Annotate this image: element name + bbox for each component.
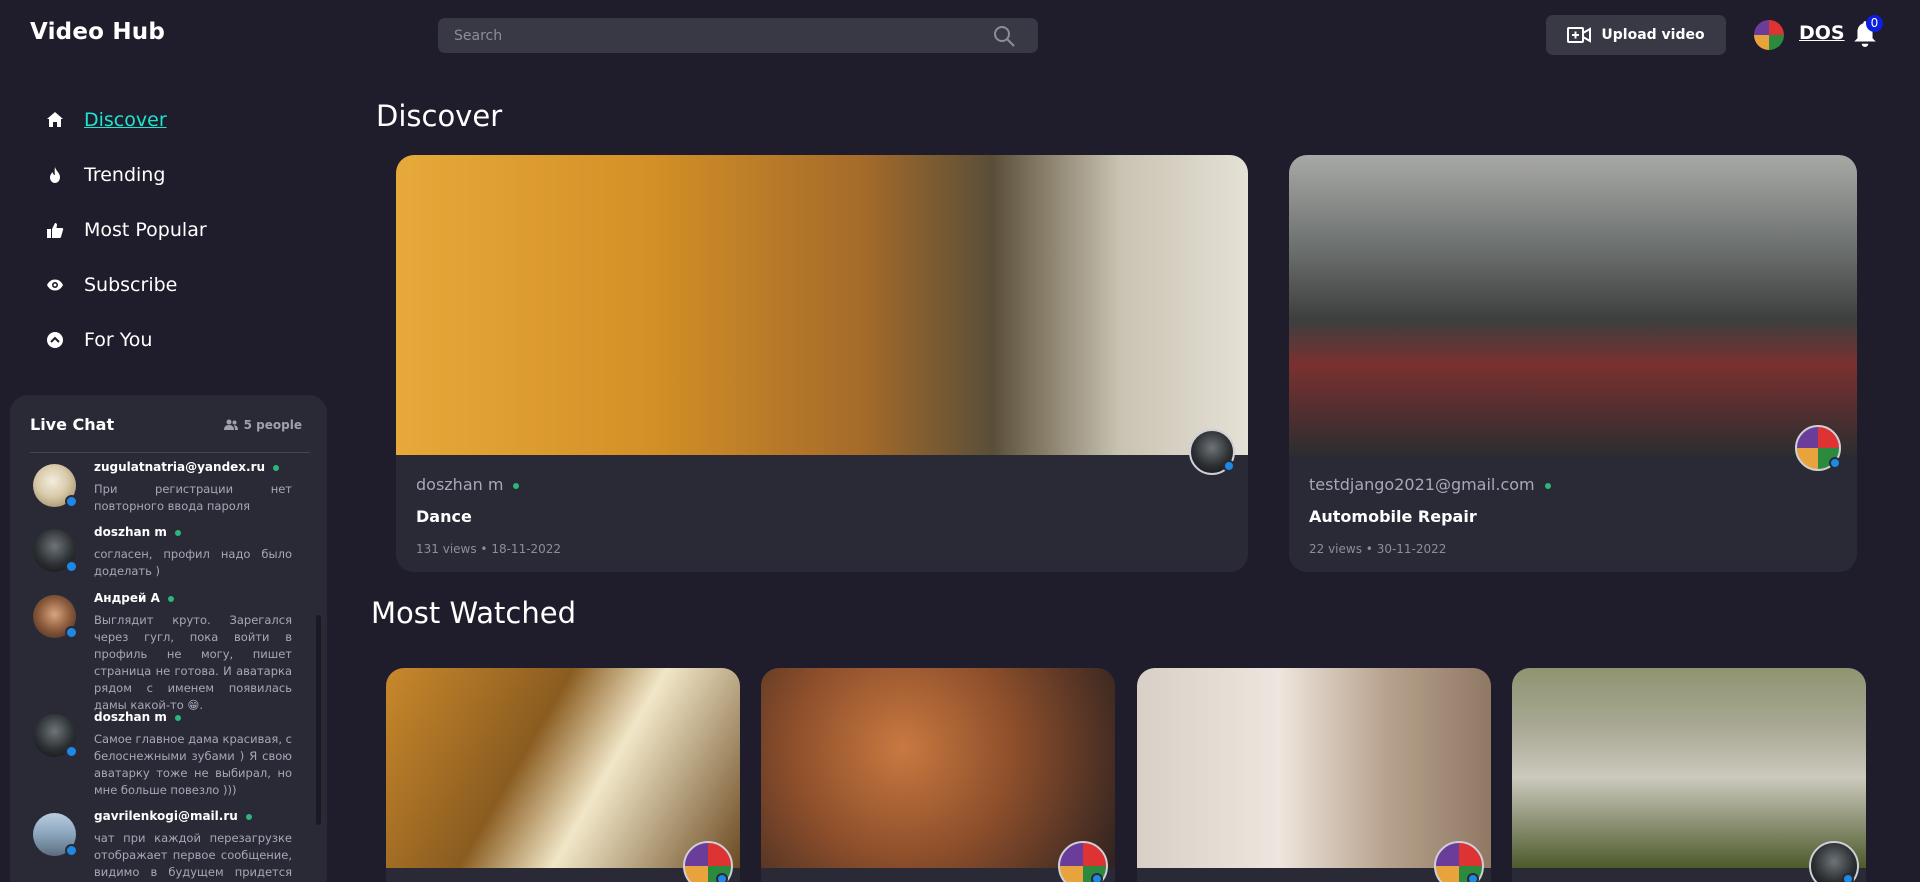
video-card[interactable]: testdjango2021@gmail.com Automobile Repa… (1289, 155, 1857, 572)
live-chat-panel: Live Chat 5 people zugulatnatria@yandex.… (10, 395, 327, 882)
sidebar-item-most-popular[interactable]: Most Popular (46, 215, 207, 245)
video-title[interactable]: Automobile Repair (1309, 507, 1477, 526)
username-link[interactable]: DOS (1799, 22, 1845, 44)
sidebar-item-label: For You (84, 329, 153, 351)
upload-date: 18-11-2022 (491, 542, 562, 556)
chat-text: При регистрации нет повторного ввода пар… (94, 482, 292, 513)
video-meta: 22 views • 30-11-2022 (1309, 542, 1447, 556)
video-thumbnail[interactable] (386, 668, 740, 868)
top-header: Video Hub Upload video DOS 0 (0, 0, 1920, 70)
search-input[interactable] (438, 18, 978, 53)
verified-icon (1829, 457, 1841, 469)
people-count-label: 5 people (243, 418, 302, 432)
flame-icon (50, 167, 60, 183)
video-plus-icon (1567, 27, 1592, 43)
search-bar[interactable] (438, 18, 1038, 53)
verified-icon (65, 495, 78, 508)
chat-text: согласен, профил надо было доделать ) (94, 547, 292, 578)
upload-video-button[interactable]: Upload video (1546, 15, 1726, 55)
chat-text: чат при каждой перезагрузке отображает п… (94, 831, 292, 879)
video-card[interactable] (761, 668, 1115, 882)
notification-badge: 0 (1866, 15, 1883, 32)
verified-icon (65, 626, 78, 639)
verified-icon (65, 560, 78, 573)
verified-icon (1091, 873, 1103, 882)
video-thumbnail[interactable] (1137, 668, 1491, 868)
video-card[interactable] (1137, 668, 1491, 882)
discover-heading: Discover (376, 99, 503, 133)
app-logo[interactable]: Video Hub (30, 19, 165, 45)
video-author[interactable]: doszhan m (416, 475, 519, 494)
upload-date: 30-11-2022 (1376, 542, 1447, 556)
video-card[interactable] (386, 668, 740, 882)
chat-author[interactable]: doszhan m (94, 525, 181, 539)
verified-icon (1467, 873, 1479, 882)
upload-video-label: Upload video (1601, 27, 1705, 43)
view-count: 131 views (416, 542, 477, 556)
sidebar-item-label: Trending (84, 164, 166, 186)
video-meta: 131 views • 18-11-2022 (416, 542, 562, 556)
video-thumbnail[interactable] (1289, 155, 1857, 455)
chat-scrollbar[interactable] (316, 615, 321, 825)
sidebar-item-label: Discover (84, 109, 167, 131)
video-title[interactable]: Dance (416, 507, 472, 526)
chat-author[interactable]: zugulatnatria@yandex.ru (94, 460, 279, 474)
video-author[interactable]: testdjango2021@gmail.com (1309, 475, 1551, 494)
home-icon (47, 112, 63, 127)
people-icon (223, 419, 238, 430)
search-icon[interactable] (992, 24, 1016, 48)
sidebar-item-subscribe[interactable]: Subscribe (46, 270, 177, 300)
video-thumbnail[interactable] (1512, 668, 1866, 868)
sidebar-item-for-you[interactable]: For You (46, 325, 152, 355)
chat-text: Выглядит круто. Зарегался через гугл, по… (94, 613, 292, 712)
verified-icon (1223, 460, 1235, 472)
sidebar-item-label: Most Popular (84, 219, 207, 241)
verified-icon (65, 745, 78, 758)
chevron-up-circle-icon (47, 332, 63, 348)
chat-author[interactable]: gavrilenkogi@mail.ru (94, 809, 252, 823)
chat-author[interactable]: Андрей А (94, 591, 174, 605)
chat-divider (30, 452, 310, 453)
live-chat-title: Live Chat (30, 415, 115, 434)
video-card[interactable]: doszhan m Dance 131 views • 18-11-2022 (396, 155, 1248, 572)
user-avatar[interactable] (1754, 20, 1784, 50)
eye-icon (47, 279, 63, 291)
sidebar-item-label: Subscribe (84, 274, 178, 296)
chat-people-count: 5 people (223, 418, 302, 432)
verified-icon (65, 844, 78, 857)
chat-text: Самое главное дама красивая, с белоснежн… (94, 732, 292, 797)
view-count: 22 views (1309, 542, 1362, 556)
video-thumbnail[interactable] (761, 668, 1115, 868)
sidebar-item-discover[interactable]: Discover (46, 105, 167, 135)
most-watched-heading: Most Watched (371, 596, 576, 630)
video-thumbnail[interactable] (396, 155, 1248, 455)
verified-icon (1842, 873, 1854, 882)
thumbs-up-icon (47, 223, 64, 238)
video-card[interactable] (1512, 668, 1866, 882)
sidebar-item-trending[interactable]: Trending (46, 160, 165, 190)
chat-author[interactable]: doszhan m (94, 710, 181, 724)
verified-icon (716, 873, 728, 882)
